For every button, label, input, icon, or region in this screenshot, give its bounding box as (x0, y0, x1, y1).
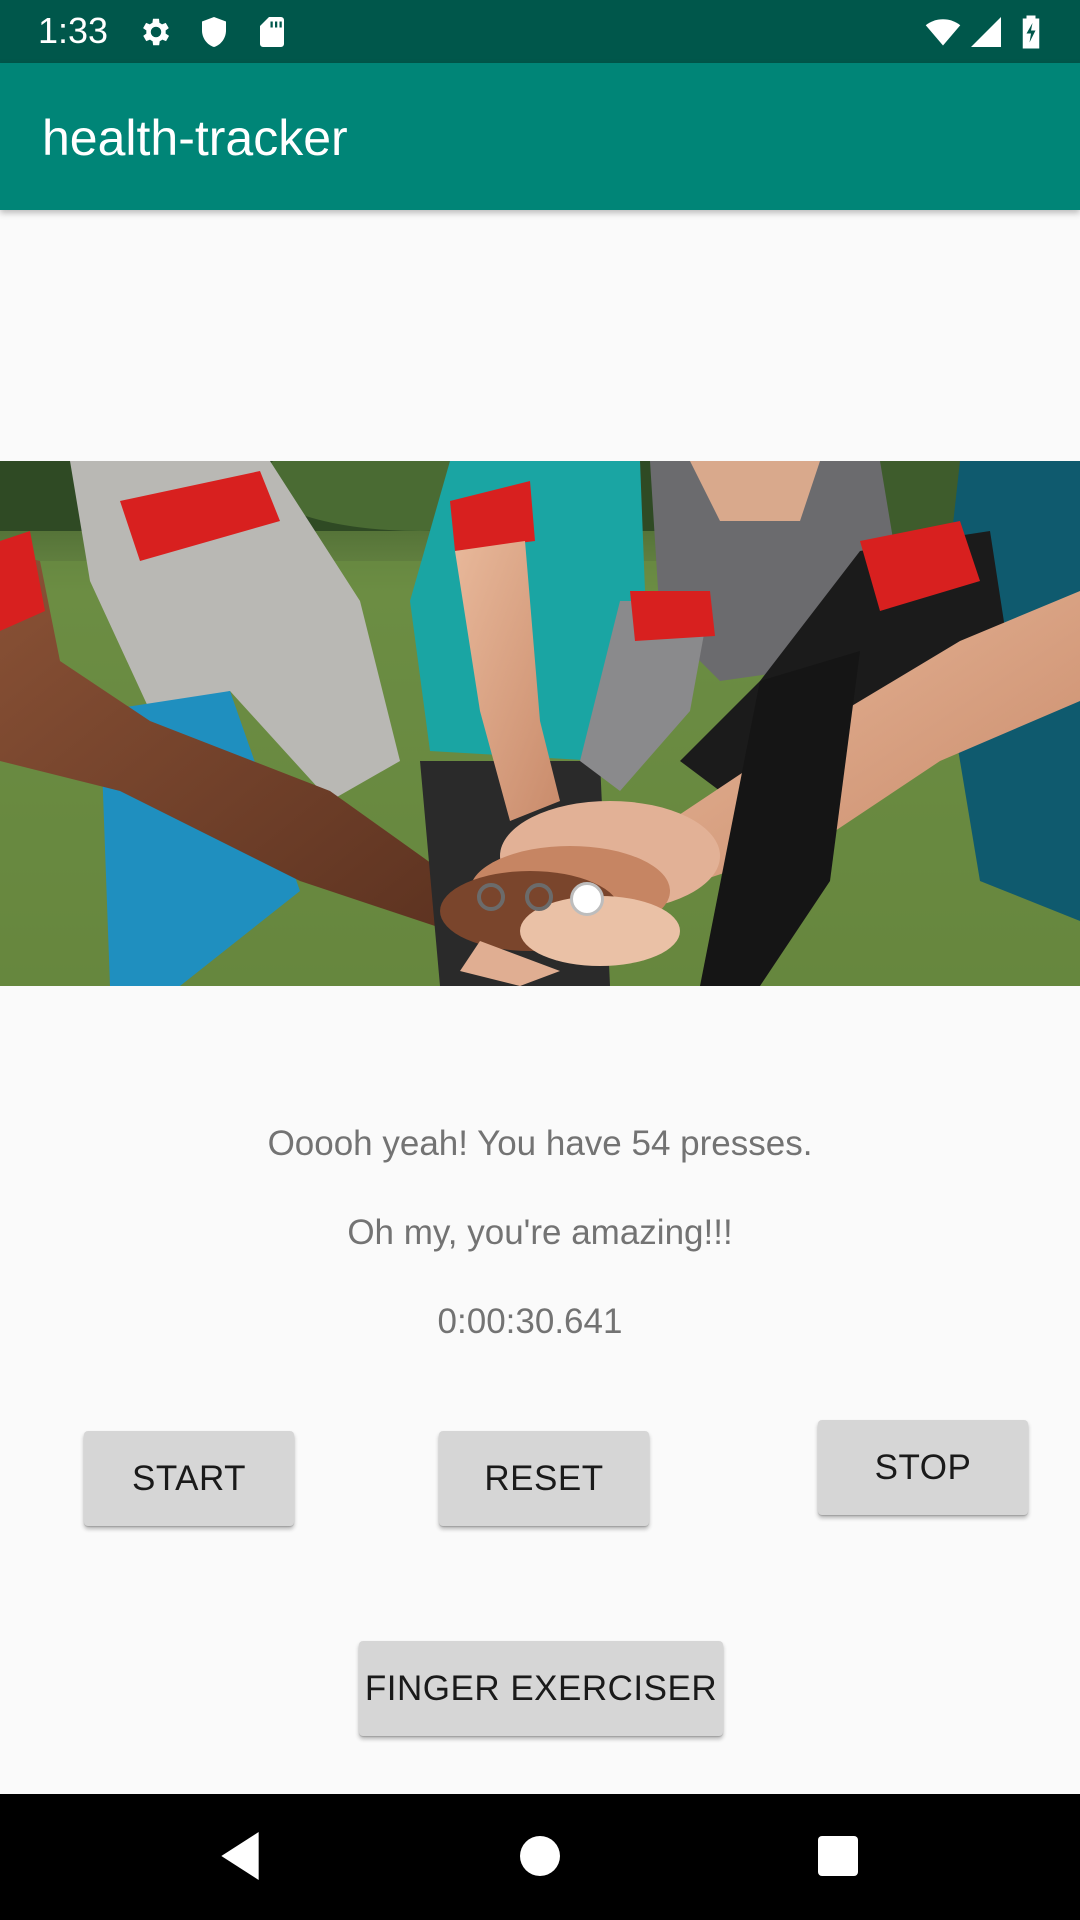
battery-icon (1016, 14, 1046, 50)
presses-message: Ooooh yeah! You have 54 presses. (267, 1124, 813, 1163)
gear-icon (138, 14, 174, 50)
stop-button[interactable]: STOP (818, 1420, 1028, 1515)
app-bar: health-tracker (0, 63, 1080, 210)
page-indicator-2[interactable] (525, 883, 553, 911)
wifi-icon (922, 14, 964, 50)
reset-button[interactable]: RESET (439, 1431, 649, 1526)
start-button[interactable]: START (84, 1431, 294, 1526)
recents-icon[interactable] (806, 1824, 870, 1888)
home-icon[interactable] (508, 1824, 572, 1888)
timer-display: 0:00:30.641 (437, 1302, 623, 1341)
status-bar: 1:33 (0, 0, 1080, 63)
back-icon[interactable] (208, 1824, 272, 1888)
shield-icon (196, 14, 232, 50)
page-indicator-3[interactable] (570, 882, 604, 916)
sd-card-icon (254, 14, 290, 50)
status-time: 1:33 (38, 10, 109, 51)
navigation-bar (0, 1794, 1080, 1920)
praise-message: Oh my, you're amazing!!! (347, 1213, 733, 1252)
signal-icon (968, 14, 1004, 50)
finger-exerciser-button[interactable]: FINGER EXERCISER (359, 1641, 723, 1736)
page-indicator-1[interactable] (477, 883, 505, 911)
app-title: health-tracker (42, 110, 348, 166)
